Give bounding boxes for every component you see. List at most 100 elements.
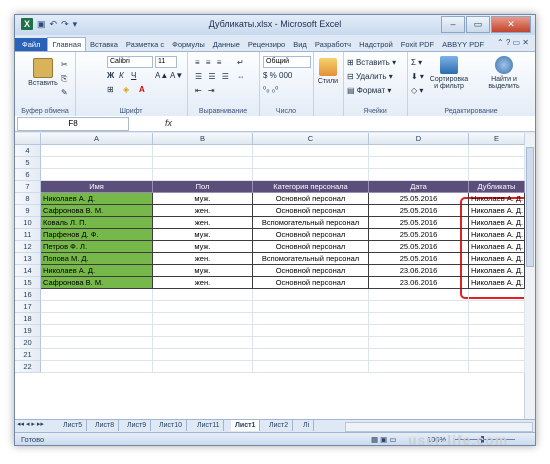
empty-cell[interactable] <box>369 289 469 301</box>
font-color-icon[interactable]: A <box>139 85 145 94</box>
empty-cell[interactable] <box>41 361 153 373</box>
sheet-tab-list11[interactable]: Лист11 <box>193 420 225 431</box>
table-cell[interactable]: Николаев А. Д. <box>469 277 525 289</box>
empty-cell[interactable] <box>41 313 153 325</box>
row-header[interactable]: 14 <box>15 265 41 277</box>
table-cell[interactable]: Парфенов Д. Ф. <box>41 229 153 241</box>
table-cell[interactable]: 23.06.2016 <box>369 277 469 289</box>
tab-foxit-pdf[interactable]: Foxit PDF <box>397 38 438 51</box>
empty-cell[interactable] <box>469 337 525 349</box>
empty-cell[interactable] <box>369 349 469 361</box>
row-header[interactable]: 7 <box>15 181 41 193</box>
sheet-tab-list1[interactable]: Лист1 <box>231 420 261 431</box>
empty-cell[interactable] <box>41 145 153 157</box>
table-cell[interactable]: Николаев А. Д. <box>469 253 525 265</box>
number-format-select[interactable]: Общий <box>263 56 311 68</box>
table-cell[interactable]: Основной персонал <box>253 193 369 205</box>
table-cell[interactable]: Николаев А. Д. <box>469 193 525 205</box>
copy-icon[interactable]: ⎘ <box>61 74 67 84</box>
table-cell[interactable]: 25.05.2016 <box>369 217 469 229</box>
worksheet-grid[interactable]: A B C D E 4 5 6 7 Имя Пол Категория персонала Д… <box>15 133 535 419</box>
tab-formulas[interactable]: Формулы <box>168 38 209 51</box>
font-name-select[interactable]: Calibri <box>107 56 153 68</box>
borders-icon[interactable]: ⊞ <box>107 85 114 94</box>
tab-view[interactable]: Вид <box>289 38 311 51</box>
help-icon[interactable]: ⌃ ? ▭ ✕ <box>497 38 529 47</box>
empty-cell[interactable] <box>369 145 469 157</box>
row-header[interactable]: 19 <box>15 325 41 337</box>
empty-cell[interactable] <box>469 313 525 325</box>
clear-icon[interactable]: ◇ ▾ <box>411 86 423 95</box>
table-cell[interactable]: Основной персонал <box>253 265 369 277</box>
row-header[interactable]: 5 <box>15 157 41 169</box>
table-cell[interactable]: Николаев А. Д. <box>469 241 525 253</box>
table-cell[interactable]: Основной персонал <box>253 277 369 289</box>
table-cell[interactable]: 23.06.2016 <box>369 265 469 277</box>
merge-icon[interactable]: ⇔ <box>237 72 245 81</box>
empty-cell[interactable] <box>153 145 253 157</box>
table-cell[interactable]: Николаев А. Д. <box>469 265 525 277</box>
horizontal-scrollbar[interactable] <box>345 422 533 432</box>
decimal-icons[interactable]: ⁰₀ ₀⁰ <box>263 85 278 94</box>
empty-cell[interactable] <box>153 301 253 313</box>
column-header-d[interactable]: D <box>369 133 469 145</box>
empty-cell[interactable] <box>253 301 369 313</box>
empty-cell[interactable] <box>369 325 469 337</box>
table-cell[interactable]: 25.05.2016 <box>369 193 469 205</box>
empty-cell[interactable] <box>41 157 153 169</box>
tab-data[interactable]: Данные <box>209 38 244 51</box>
empty-cell[interactable] <box>253 325 369 337</box>
empty-cell[interactable] <box>153 157 253 169</box>
horizontal-align-icons[interactable]: ☰ ☰ ☰ <box>195 72 231 81</box>
empty-cell[interactable] <box>153 289 253 301</box>
sheet-tab-li[interactable]: Лі <box>299 420 315 431</box>
empty-cell[interactable] <box>469 325 525 337</box>
empty-cell[interactable] <box>253 361 369 373</box>
sheet-tab-list9[interactable]: Лист9 <box>123 420 152 431</box>
tab-home[interactable]: Главная <box>47 37 86 51</box>
empty-cell[interactable] <box>469 145 525 157</box>
empty-cell[interactable] <box>469 289 525 301</box>
row-header[interactable]: 10 <box>15 217 41 229</box>
row-header[interactable]: 4 <box>15 145 41 157</box>
empty-cell[interactable] <box>469 157 525 169</box>
empty-cell[interactable] <box>369 301 469 313</box>
table-cell[interactable]: Сафронова В. М. <box>41 205 153 217</box>
empty-cell[interactable] <box>153 349 253 361</box>
sheet-tab-list10[interactable]: Лист10 <box>155 420 187 431</box>
row-header[interactable]: 16 <box>15 289 41 301</box>
paste-button[interactable]: Вставить <box>23 58 63 87</box>
empty-cell[interactable] <box>153 313 253 325</box>
row-header[interactable]: 17 <box>15 301 41 313</box>
find-select-button[interactable]: Найти и выделить <box>479 56 529 90</box>
table-header-cell[interactable]: Имя <box>41 181 153 193</box>
column-header-b[interactable]: B <box>153 133 253 145</box>
insert-cells-button[interactable]: ⊞ Вставить ▾ <box>347 58 396 67</box>
table-cell[interactable]: Сафронова В. М. <box>41 277 153 289</box>
sort-filter-button[interactable]: Сортировка и фильтр <box>423 56 475 90</box>
row-header[interactable]: 13 <box>15 253 41 265</box>
empty-cell[interactable] <box>153 325 253 337</box>
row-header[interactable]: 15 <box>15 277 41 289</box>
format-painter-icon[interactable]: ✎ <box>61 88 68 97</box>
tab-insert[interactable]: Вставка <box>86 38 122 51</box>
empty-cell[interactable] <box>469 301 525 313</box>
empty-cell[interactable] <box>369 313 469 325</box>
table-header-cell[interactable]: Дубликаты <box>469 181 525 193</box>
vertical-scroll-thumb[interactable] <box>526 147 534 267</box>
table-cell[interactable]: Основной персонал <box>253 205 369 217</box>
empty-cell[interactable] <box>153 169 253 181</box>
empty-cell[interactable] <box>253 157 369 169</box>
sheet-tab-list2[interactable]: Лист2 <box>265 420 294 431</box>
column-header-c[interactable]: C <box>253 133 369 145</box>
table-header-cell[interactable]: Дата <box>369 181 469 193</box>
column-header-a[interactable]: A <box>41 133 153 145</box>
row-header[interactable]: 21 <box>15 349 41 361</box>
empty-cell[interactable] <box>153 337 253 349</box>
underline-button[interactable]: Ч <box>131 71 136 80</box>
row-header[interactable]: 9 <box>15 205 41 217</box>
tab-file[interactable]: Файл <box>15 38 48 51</box>
row-header[interactable]: 20 <box>15 337 41 349</box>
fill-color-icon[interactable]: ◈ <box>123 85 129 94</box>
table-header-cell[interactable]: Категория персонала <box>253 181 369 193</box>
